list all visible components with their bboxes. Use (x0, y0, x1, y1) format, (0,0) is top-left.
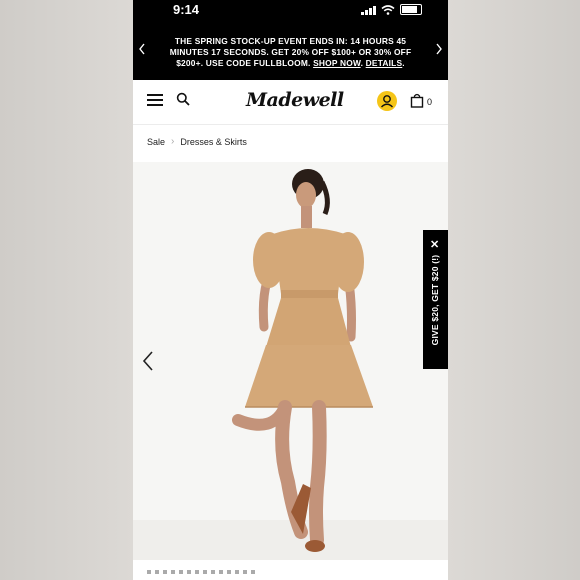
chevron-left-icon[interactable] (137, 42, 147, 56)
wifi-icon (381, 4, 395, 15)
bag-count: 0 (427, 97, 433, 107)
breadcrumb: Sale › Dresses & Skirts (147, 136, 247, 147)
referral-tab[interactable]: ✕ GIVE $20, GET $20 (!) (423, 230, 448, 369)
details-link[interactable]: DETAILS (366, 58, 403, 68)
model-figure (232, 169, 373, 552)
chevron-left-icon[interactable] (141, 350, 155, 372)
background-right (448, 0, 580, 580)
madewell-logo[interactable]: Madewell (246, 89, 344, 111)
account-icon[interactable] (377, 91, 397, 111)
chevron-right-icon: › (171, 136, 175, 147)
signal-icon (361, 5, 376, 15)
rating-stars (147, 570, 257, 574)
search-icon[interactable] (176, 92, 190, 106)
site-header: Madewell 0 (133, 80, 448, 125)
breadcrumb-sale[interactable]: Sale (147, 137, 165, 147)
bag-icon[interactable] (410, 93, 424, 108)
close-icon[interactable]: ✕ (430, 238, 439, 251)
product-image[interactable]: ✕ GIVE $20, GET $20 (!) (133, 162, 448, 560)
status-bar: 9:14 (133, 0, 448, 22)
breadcrumb-dresses-skirts[interactable]: Dresses & Skirts (180, 137, 247, 147)
status-time: 9:14 (173, 2, 200, 17)
promo-banner: THE SPRING STOCK-UP EVENT ENDS IN: 14 HO… (133, 22, 448, 80)
referral-label: GIVE $20, GET $20 (!) (430, 254, 440, 346)
phone-screen: 9:14 THE SPRING STOCK-UP EVENT ENDS IN: … (133, 0, 448, 580)
chevron-right-icon[interactable] (434, 42, 444, 56)
promo-text: THE SPRING STOCK-UP EVENT ENDS IN: 14 HO… (169, 36, 412, 68)
shop-now-link[interactable]: SHOP NOW (313, 58, 361, 68)
status-icons (361, 4, 422, 15)
menu-icon[interactable] (147, 94, 163, 107)
product-info-strip (133, 560, 448, 580)
battery-icon (400, 4, 422, 15)
background-left (0, 0, 133, 580)
